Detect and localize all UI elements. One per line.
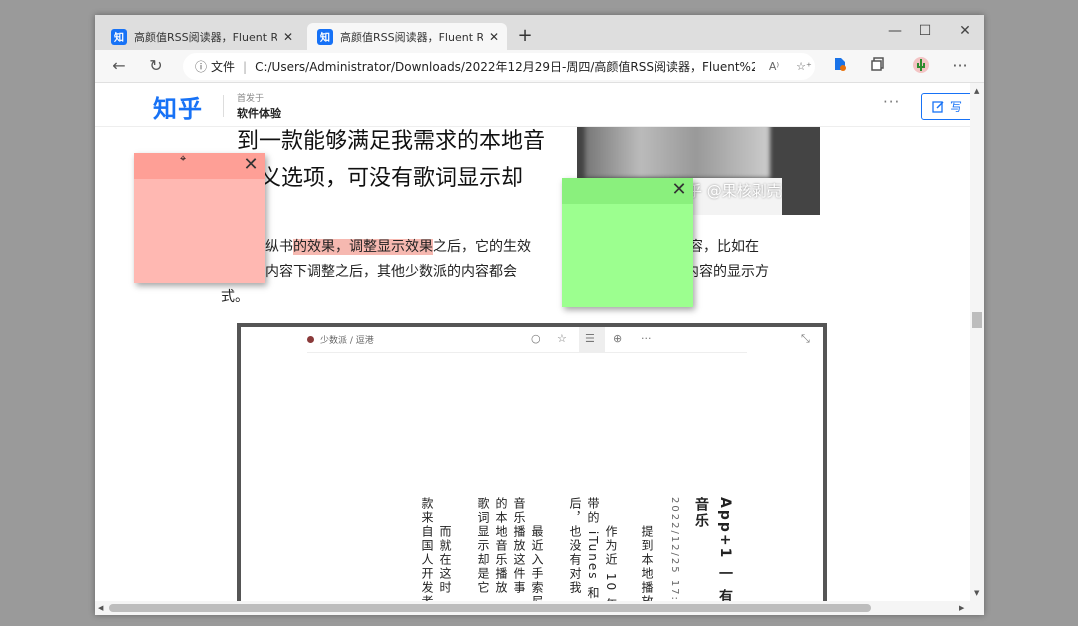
tab-2-active[interactable]: 知 高颜值RSS阅读器，Fluent Reade ✕ (307, 23, 507, 50)
screenshot-list-icon: ☰ (585, 332, 595, 345)
write-label: 写 (950, 100, 963, 114)
screenshot-globe-icon: ⊕ (613, 332, 623, 345)
read-aloud-icon[interactable]: A⁾ (763, 60, 785, 73)
back-icon[interactable]: ← (107, 56, 131, 76)
screenshot-star-icon: ☆ (557, 332, 567, 345)
para-text: 之后，它的生效 (433, 239, 531, 255)
article-headline-fragment: 到一款能够满足我需求的本地音 定义选项，可没有歌词显示却 (237, 123, 545, 197)
screenshot-col: 提到本地播放 (640, 525, 654, 601)
header-divider (223, 95, 224, 117)
write-button[interactable]: 写 (921, 93, 970, 120)
screenshot-col: 后，也没有对我 (568, 497, 582, 595)
blurred-photo (585, 123, 770, 178)
highlighted-text[interactable]: 的效果，调整显示效果 (293, 239, 433, 255)
headline-line-2: 定义选项，可没有歌词显示却 (237, 166, 524, 191)
horizontal-scroll-thumb[interactable] (109, 604, 871, 612)
edit-icon (932, 101, 944, 113)
screenshot-col: 款来自国人开发者 (420, 497, 434, 601)
screenshot-title-col-1: App+1 一 有声 (717, 497, 733, 601)
headline-line-1: 到一款能够满足我需求的本地音 (237, 129, 546, 154)
info-icon[interactable]: ⓘ (195, 58, 207, 75)
vertical-scroll-thumb[interactable] (972, 312, 982, 328)
sticky-note-pink[interactable]: ✕ (134, 153, 265, 283)
refresh-icon[interactable]: ↻ (144, 56, 168, 76)
screenshot-col: 音乐播放这件事 (512, 497, 526, 595)
screenshot-title-col-2: 音乐 (693, 497, 709, 529)
site-dot-icon (307, 336, 314, 343)
sticky-note-title-bar[interactable]: ✕ (562, 178, 693, 204)
paragraph-line-1: 还有纵书的效果，调整显示效果之后，它的生效 的所有内容，比如在 (237, 235, 827, 260)
url-text[interactable]: C:/Users/Administrator/Downloads/2022年12… (255, 58, 755, 75)
browser-window: 知 高颜值RSS阅读器，Fluent Reade ✕ 知 高颜值RSS阅读器，F… (95, 15, 984, 615)
screenshot-col: 作为近 10 年 (604, 525, 618, 601)
close-window-button[interactable]: ✕ (950, 23, 980, 39)
new-tab-button[interactable]: + (515, 25, 535, 46)
extension-icon[interactable] (828, 56, 852, 77)
maximize-button[interactable]: ☐ (910, 23, 940, 39)
sticky-note-title-bar[interactable]: ✕ (134, 153, 265, 179)
address-bar[interactable]: ⓘ 文件 | C:/Users/Administrator/Downloads/… (183, 53, 815, 80)
file-label: 文件 (211, 60, 236, 74)
address-separator: | (243, 59, 248, 74)
tab-2-title: 高颜值RSS阅读器，Fluent Reade (340, 30, 483, 44)
close-note-icon[interactable]: ✕ (241, 154, 261, 175)
zhihu-favicon-icon: 知 (111, 28, 127, 45)
sticky-note-green[interactable]: ✕ (562, 178, 693, 307)
column-name-link[interactable]: 软件体验 (237, 105, 281, 121)
profile-avatar-icon[interactable] (909, 56, 933, 79)
scroll-down-arrow-icon[interactable]: ▼ (974, 589, 979, 597)
screenshot-more-icon: ··· (641, 332, 652, 345)
tab-1-title: 高颜值RSS阅读器，Fluent Reade (134, 30, 277, 44)
add-favorite-icon[interactable]: ☆⁺ (793, 60, 815, 73)
scroll-left-arrow-icon[interactable]: ◀ (98, 604, 103, 612)
screenshot-col: 而就在这时 (438, 525, 452, 595)
screenshot-col: 最近入手索尼 (530, 525, 544, 601)
screenshot-col: 带的 iTunes 和 (586, 497, 600, 601)
more-options-button[interactable]: ··· (883, 93, 900, 111)
screenshot-col: 的本地音乐播放 (494, 497, 508, 595)
tab-2-close-icon[interactable]: ✕ (487, 30, 501, 44)
scroll-up-arrow-icon[interactable]: ▲ (974, 87, 979, 95)
screenshot-collapse-icon: ⤡ (801, 332, 810, 345)
article-paragraph: 还有纵书的效果，调整显示效果之后，它的生效 的所有内容，比如在 派的内容下调整之后… (221, 235, 827, 310)
embedded-screenshot: 少数派 / 逗港 ☰ ○ ☆ ⊕ ··· ⤡ App+1 一 有声 音乐 202… (237, 323, 827, 601)
screenshot-date: 2022/12/25 17:50 (669, 497, 680, 601)
scroll-right-arrow-icon[interactable]: ▶ (959, 604, 964, 612)
screenshot-col: 歌词显示却是它 (476, 497, 490, 595)
para-text: 派的内容下调整之后，其他少数派的内容都会 (237, 264, 517, 280)
vertical-scrollbar[interactable] (970, 83, 984, 615)
zhihu-logo[interactable]: 知乎 (153, 89, 203, 124)
tab-1[interactable]: 知 高颜值RSS阅读器，Fluent Reade ✕ (101, 23, 301, 50)
screenshot-reader-bar: 少数派 / 逗港 (307, 327, 747, 353)
minimize-button[interactable]: — (880, 23, 910, 39)
collections-icon[interactable] (866, 56, 890, 77)
zhihu-favicon-icon: 知 (317, 28, 333, 45)
tab-1-close-icon[interactable]: ✕ (281, 30, 295, 44)
paragraph-line-3: 式。 (221, 289, 249, 305)
browser-toolbar: ← ↻ ⓘ 文件 | C:/Users/Administrator/Downlo… (95, 50, 984, 83)
settings-more-icon[interactable]: ··· (948, 56, 972, 76)
screenshot-site-label: 少数派 / 逗港 (320, 336, 374, 346)
mouse-cursor-icon: ⌖ (180, 152, 187, 165)
screenshot-circle-icon: ○ (531, 332, 541, 345)
published-on-label: 首发于 (237, 94, 265, 104)
close-note-icon[interactable]: ✕ (669, 179, 689, 200)
paragraph-line-2: 派的内容下调整之后，其他少数派的内容都会 乎日报内容的显示方 (237, 260, 827, 285)
zhihu-header: 知乎 首发于 软件体验 ··· 写 (95, 83, 970, 127)
tab-strip: 知 高颜值RSS阅读器，Fluent Reade ✕ 知 高颜值RSS阅读器，F… (95, 15, 984, 50)
